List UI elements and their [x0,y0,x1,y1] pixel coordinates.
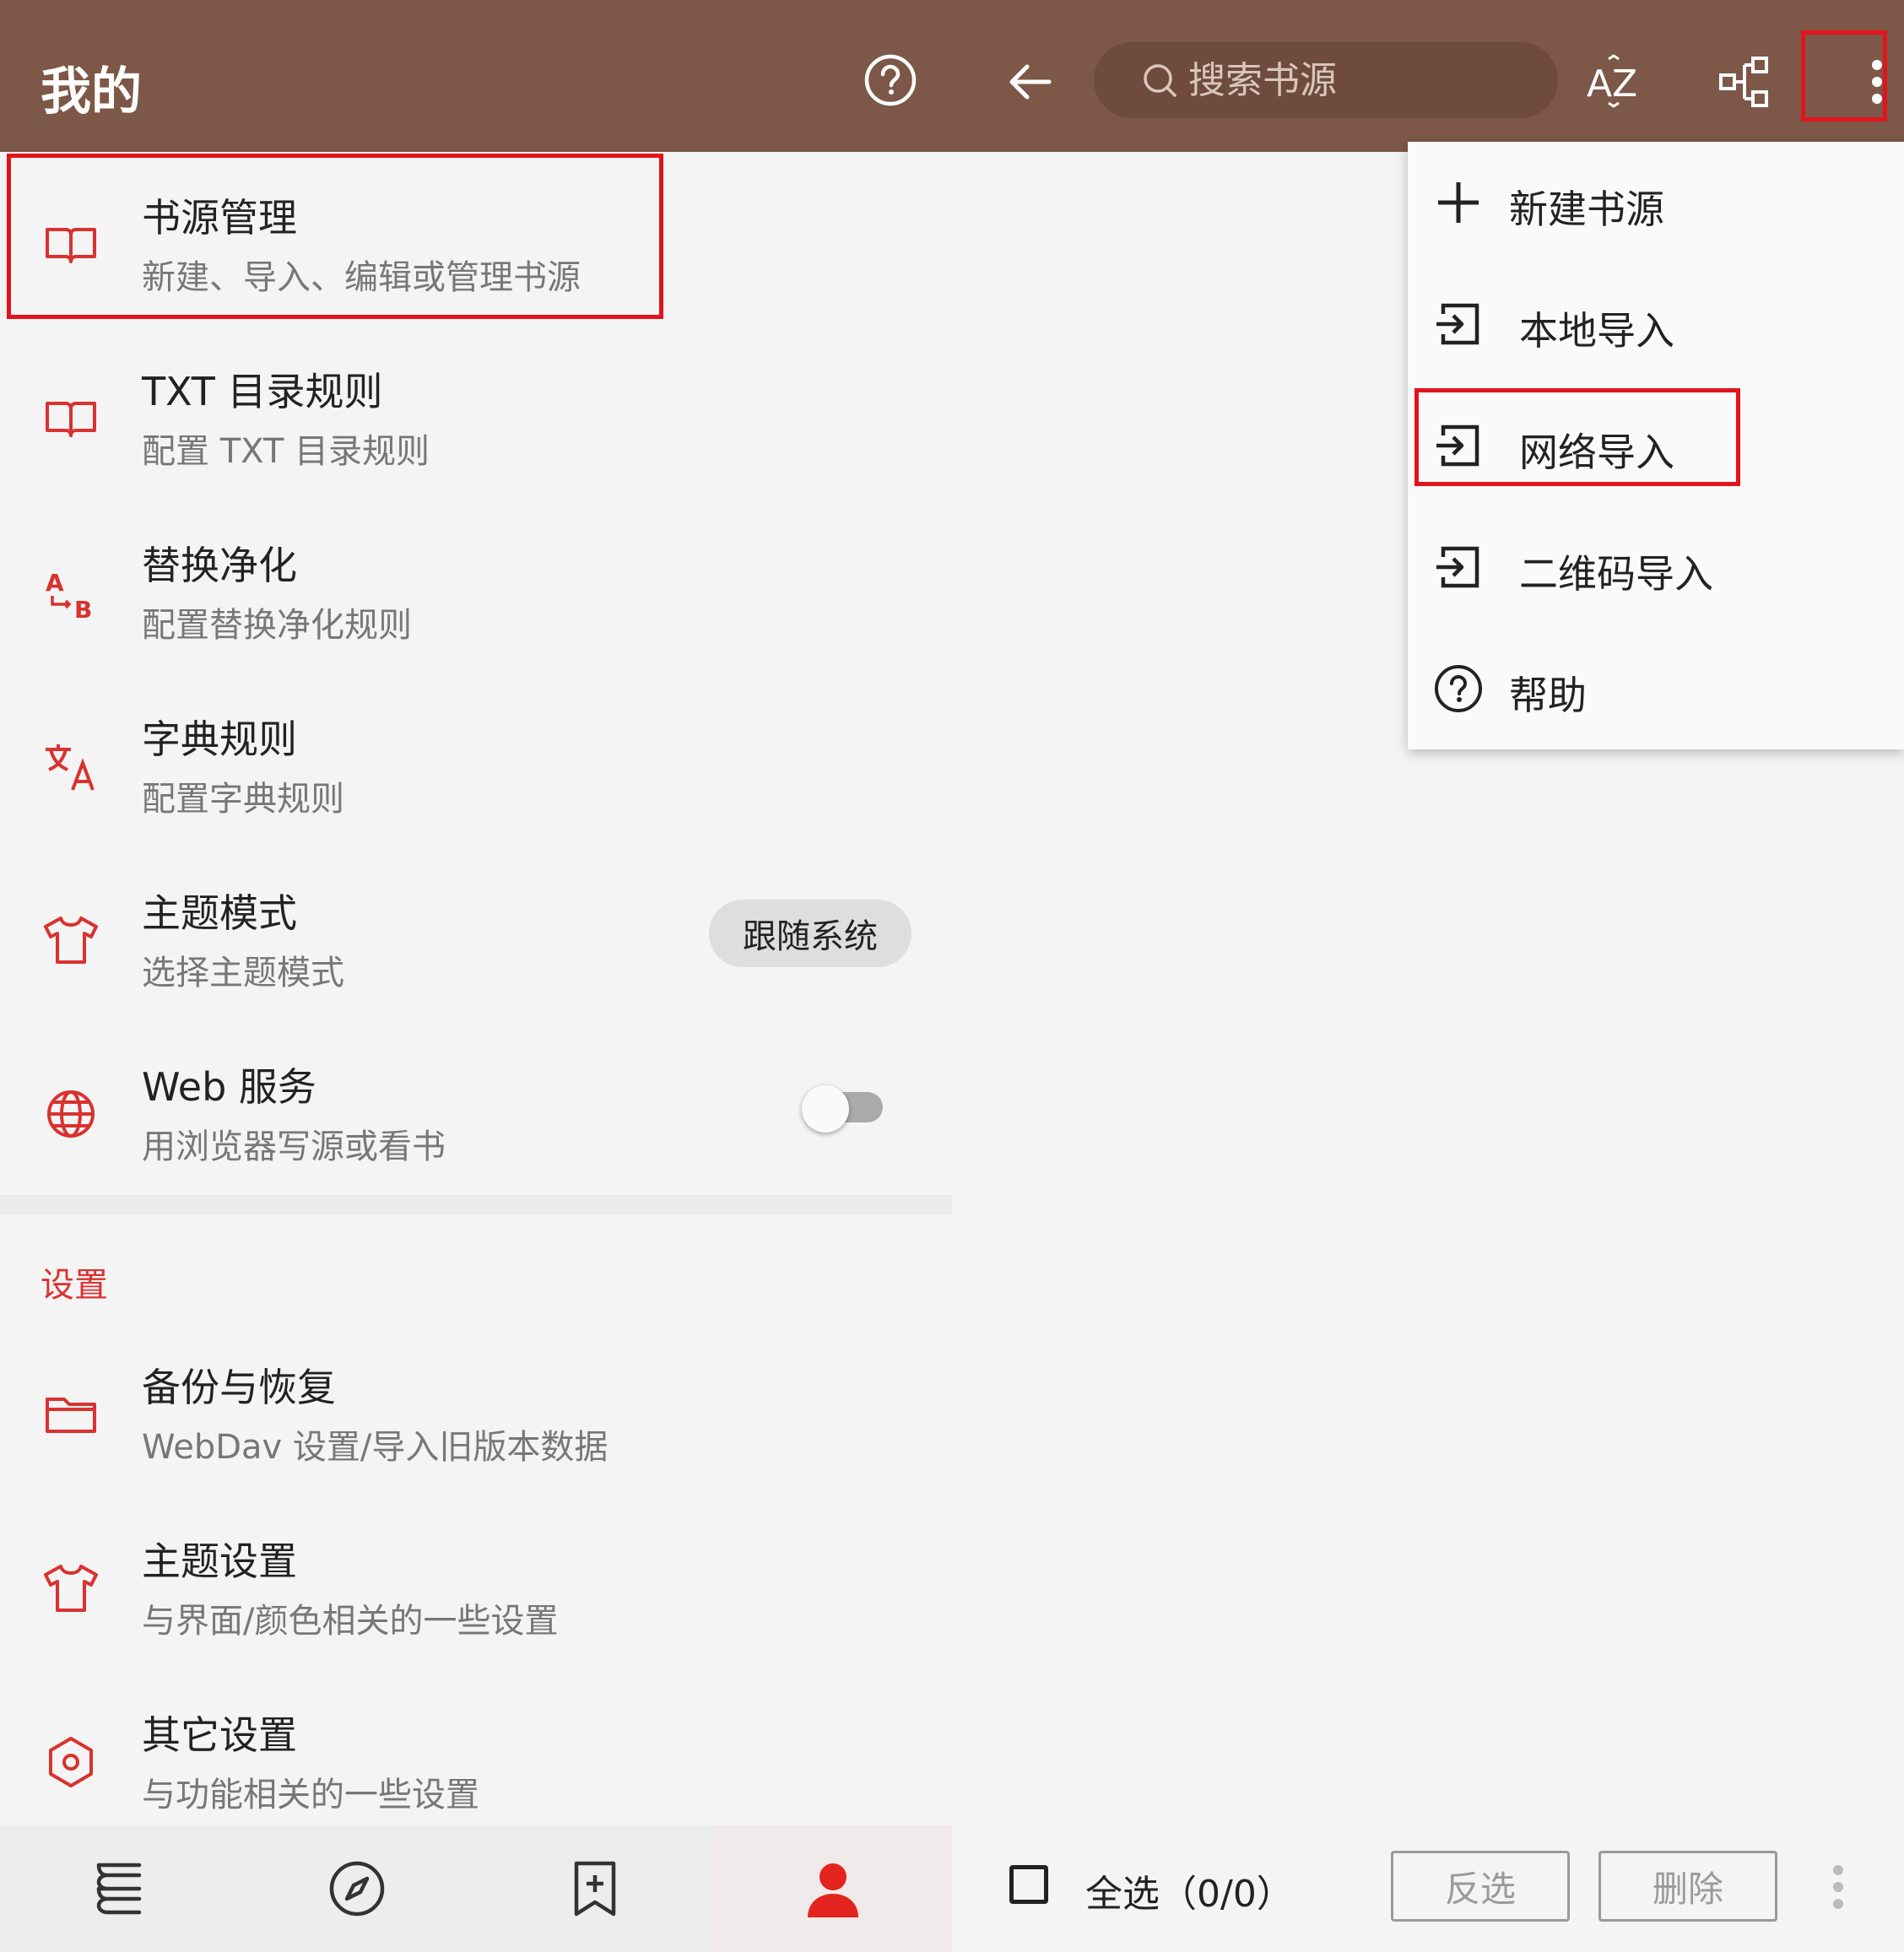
delete-button[interactable]: 删除 [1598,1851,1777,1922]
translate-icon [41,736,101,797]
menu-item-label: 本地导入 [1519,308,1674,354]
item-title: TXT 目录规则 [142,369,383,414]
settings-section-header: 设置 [41,1266,108,1305]
menu-item-label: 新建书源 [1509,187,1664,232]
import-icon [1433,420,1484,471]
item-subtitle: 与界面/颜色相关的一些设置 [142,1602,559,1641]
item-title: 书源管理 [142,195,297,241]
book-open-icon [41,214,101,275]
search-icon [1144,64,1176,97]
search-bar[interactable] [1094,42,1558,118]
list-item-replace-rules[interactable]: AB 替换净化 配置替换净化规则 [0,503,952,677]
menu-item-local-import[interactable]: 本地导入 [1408,263,1904,385]
menu-item-qrcode-import[interactable]: 二维码导入 [1408,506,1904,628]
overflow-menu: 新建书源 本地导入 网络导入 二维码导入 帮助 [1408,142,1904,749]
item-title: 主题模式 [142,890,297,936]
select-all-label[interactable]: 全选（0/0） [1085,1863,1294,1917]
import-icon [1433,299,1484,349]
switch-knob [802,1085,849,1133]
nav-mine[interactable] [714,1825,952,1952]
settings-hexagon-icon [41,1732,101,1792]
item-title: 备份与恢复 [142,1365,336,1410]
help-icon[interactable] [861,51,920,110]
tshirt-icon [41,1558,101,1619]
more-vertical-icon[interactable] [1828,1863,1848,1911]
web-service-switch[interactable] [802,1085,883,1133]
search-input[interactable] [1187,57,1544,103]
plus-icon [1433,177,1484,228]
item-subtitle: 用浏览器写源或看书 [142,1127,446,1166]
help-icon [1433,663,1484,714]
top-app-bar-mine: 我的 [0,0,952,152]
folder-icon [41,1384,101,1445]
list-item-txt-toc-rules[interactable]: TXT 目录规则 配置 TXT 目录规则 [0,329,952,503]
compass-icon [329,1861,385,1917]
nav-explore[interactable] [238,1825,476,1952]
group-icon[interactable] [1715,52,1774,111]
item-title: 主题设置 [142,1538,297,1584]
list-item-backup-restore[interactable]: 备份与恢复 WebDav 设置/导入旧版本数据 [0,1325,952,1499]
select-all-checkbox[interactable] [1009,1865,1048,1904]
item-title: Web 服务 [142,1064,316,1110]
more-vertical-icon[interactable] [1843,52,1904,111]
nav-rss-bookmark[interactable] [476,1825,714,1952]
tshirt-icon [41,910,101,971]
item-title: 替换净化 [142,543,297,588]
svg-text:B: B [74,596,92,623]
bottom-navigation [0,1825,952,1952]
sort-az-icon[interactable]: AZ [1585,52,1644,111]
bookmark-add-icon [574,1861,616,1917]
item-title: 字典规则 [142,716,297,762]
list-item-dictionary-rules[interactable]: 字典规则 配置字典规则 [0,677,952,851]
item-subtitle: 配置字典规则 [142,780,344,819]
menu-item-help[interactable]: 帮助 [1408,628,1904,749]
svg-text:A: A [46,569,64,597]
menu-item-label: 帮助 [1509,673,1587,718]
item-title: 其它设置 [142,1712,297,1758]
menu-item-label: 二维码导入 [1519,551,1713,597]
item-subtitle: 新建、导入、编辑或管理书源 [142,258,581,297]
person-icon [808,1863,858,1917]
find-replace-icon: AB [41,562,101,624]
item-subtitle: 配置 TXT 目录规则 [142,432,430,471]
nav-bookshelf[interactable] [0,1825,238,1952]
item-subtitle: WebDav 设置/导入旧版本数据 [142,1428,609,1467]
theme-mode-value-chip[interactable]: 跟随系统 [709,900,911,967]
import-icon [1433,542,1484,592]
section-divider [0,1195,952,1215]
menu-item-label: 网络导入 [1519,430,1674,475]
svg-text:A: A [1587,62,1612,105]
menu-item-new-source[interactable]: 新建书源 [1408,142,1904,263]
list-item-theme-settings[interactable]: 主题设置 与界面/颜色相关的一些设置 [0,1499,952,1673]
list-item-book-source[interactable]: 书源管理 新建、导入、编辑或管理书源 [0,155,952,329]
list-item-other-settings[interactable]: 其它设置 与功能相关的一些设置 [0,1673,952,1847]
bookshelf-icon [96,1863,142,1915]
item-subtitle: 配置替换净化规则 [142,606,412,645]
globe-icon [41,1084,101,1144]
svg-text:Z: Z [1612,62,1637,105]
book-open-icon [41,388,101,449]
menu-item-network-import[interactable]: 网络导入 [1408,385,1904,506]
invert-selection-button[interactable]: 反选 [1391,1851,1570,1922]
item-subtitle: 与功能相关的一些设置 [142,1776,479,1814]
back-arrow-icon[interactable] [1001,52,1060,111]
item-subtitle: 选择主题模式 [142,954,344,992]
page-title: 我的 [41,62,142,122]
